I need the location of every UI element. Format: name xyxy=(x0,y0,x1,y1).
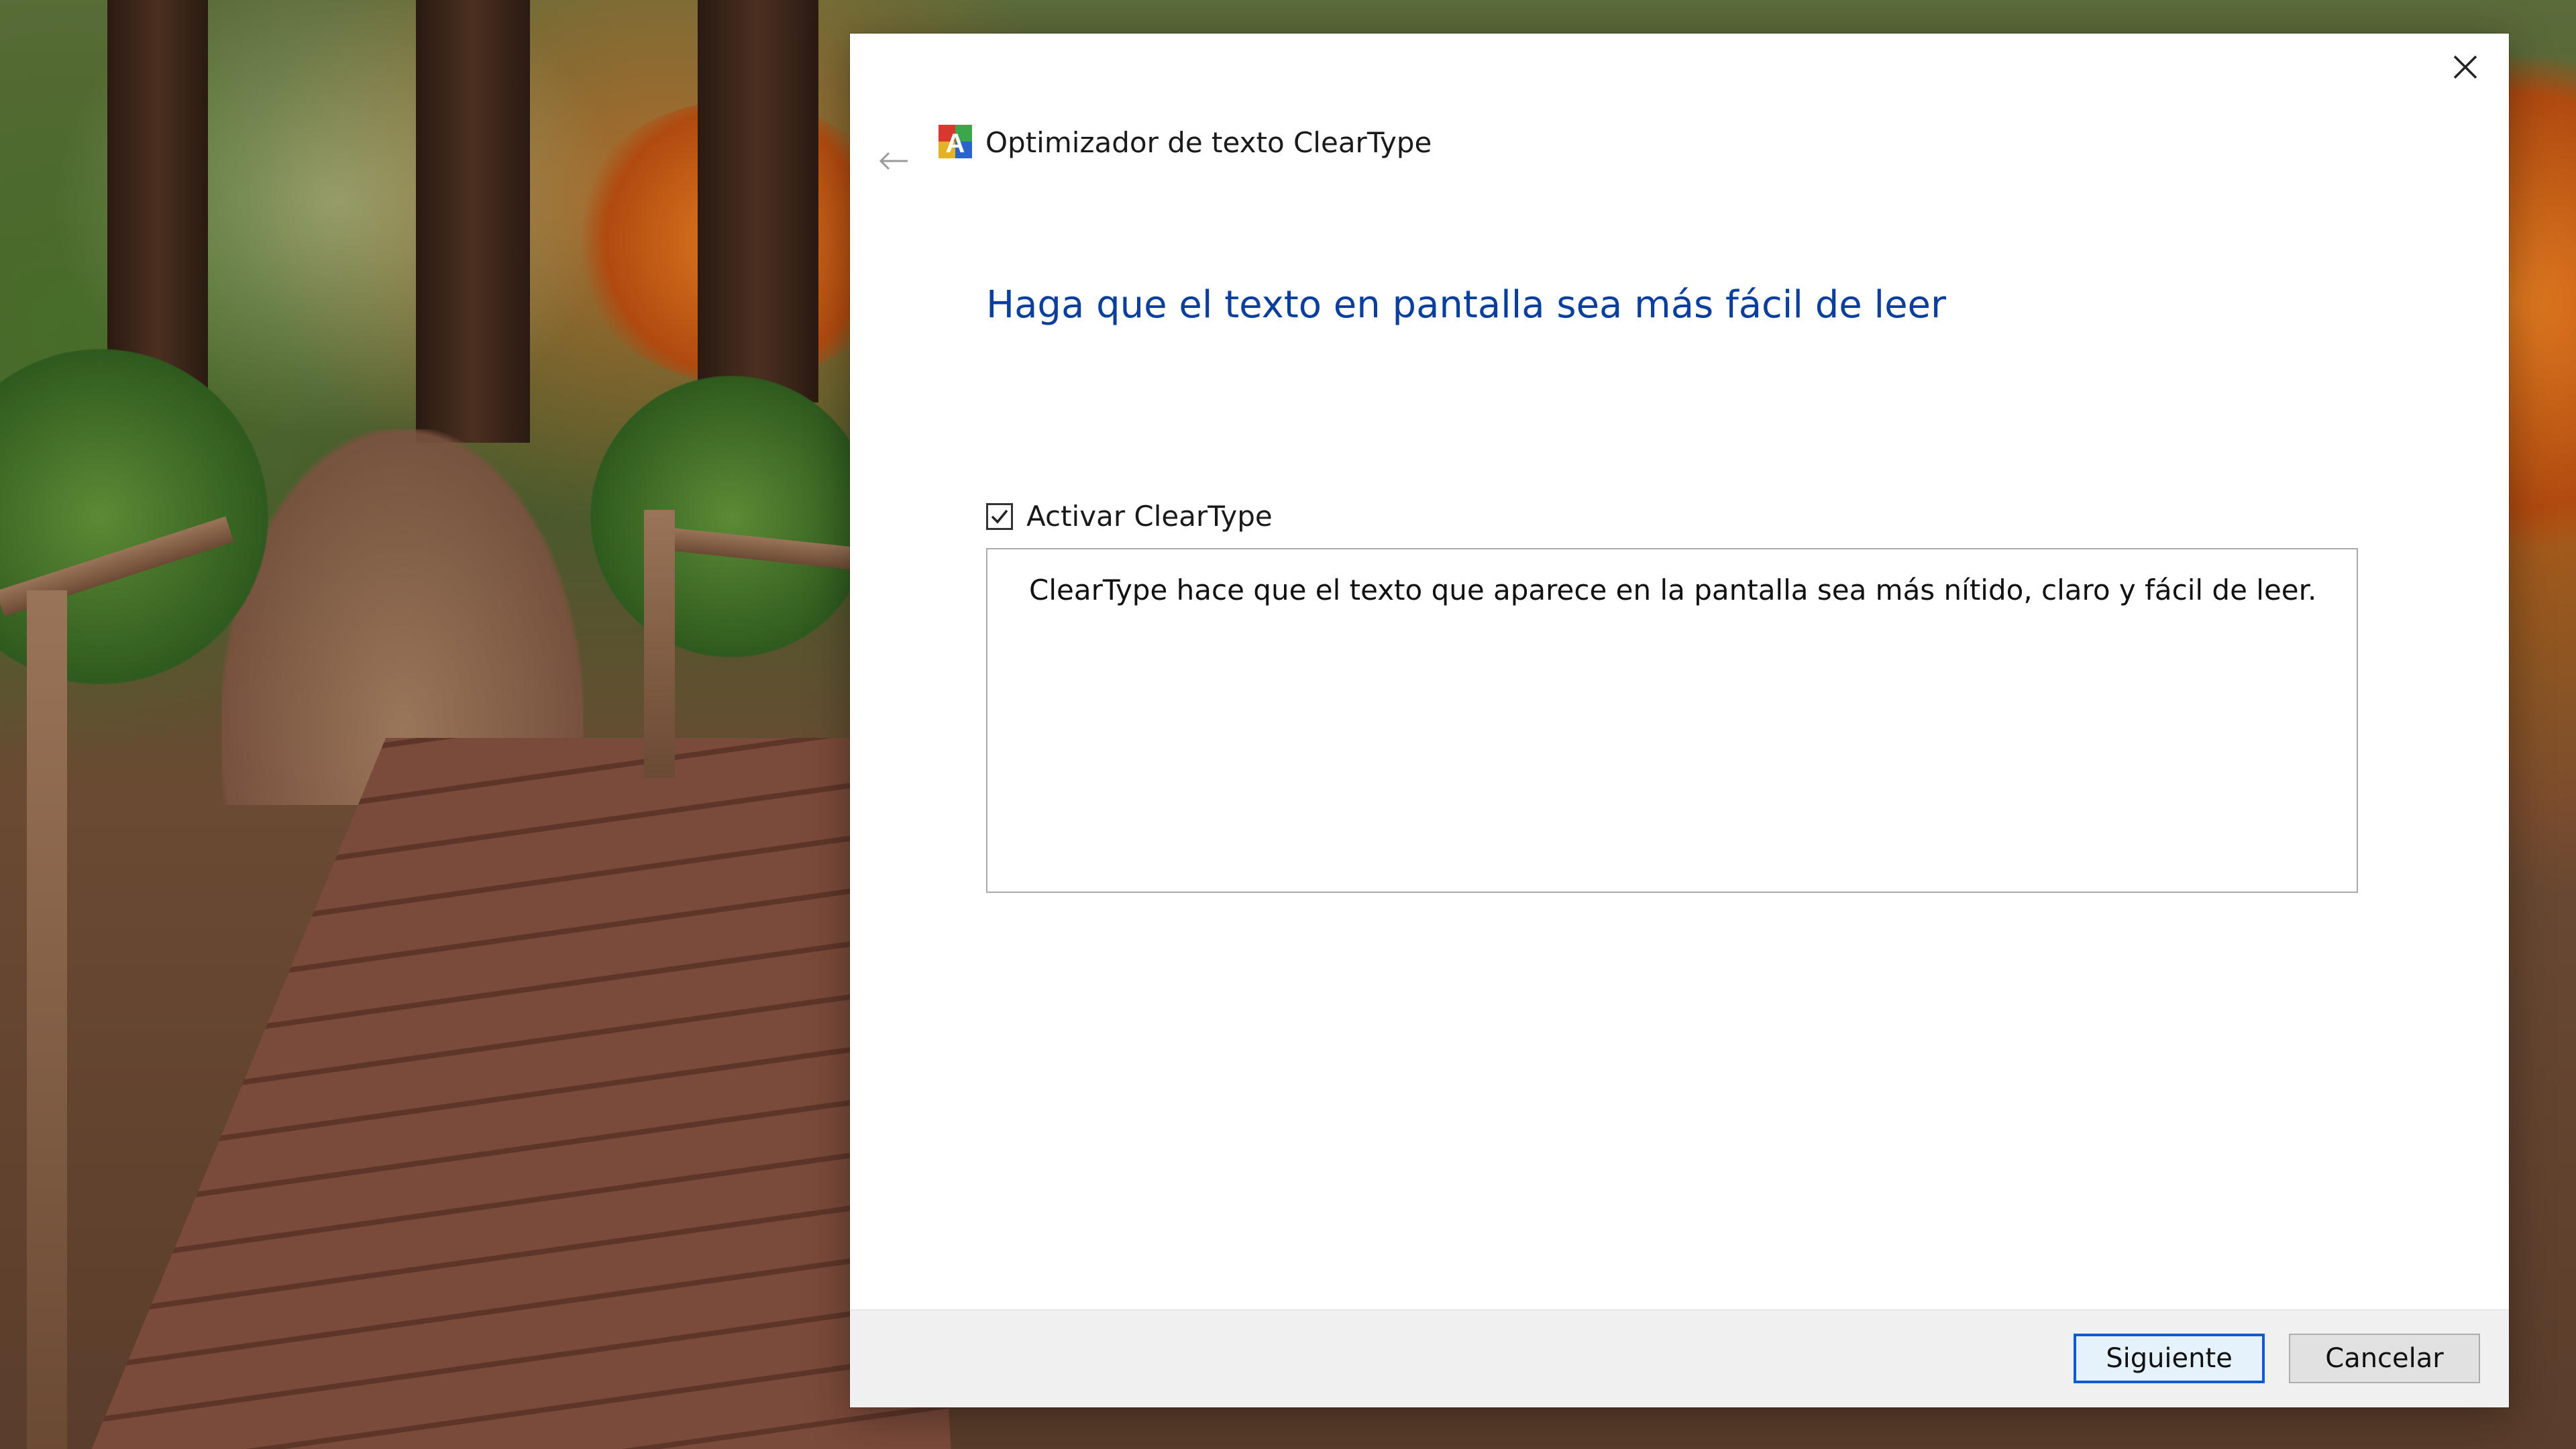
wallpaper-bush xyxy=(590,376,872,657)
wallpaper-bridge-post xyxy=(644,510,675,778)
page-heading: Haga que el texto en pantalla sea más fá… xyxy=(986,283,1947,327)
checkmark-icon xyxy=(991,509,1008,524)
window-title: Optimizador de texto ClearType xyxy=(985,126,1432,159)
wallpaper-tree-trunk xyxy=(416,0,530,443)
close-button[interactable] xyxy=(2422,34,2509,101)
wallpaper-bridge-post xyxy=(27,590,67,1449)
back-button[interactable] xyxy=(863,134,924,188)
activate-cleartype-checkbox[interactable]: Activar ClearType xyxy=(986,500,1273,533)
cleartype-icon: A xyxy=(937,123,973,160)
checkbox-label: Activar ClearType xyxy=(1026,500,1273,533)
description-text: ClearType hace que el texto que aparece … xyxy=(1029,574,2317,606)
svg-text:A: A xyxy=(946,129,965,158)
wallpaper-tree-trunk xyxy=(698,0,818,402)
checkbox-box[interactable] xyxy=(986,502,1013,530)
cleartype-dialog: A Optimizador de texto ClearType Haga qu… xyxy=(850,34,2509,1407)
close-icon xyxy=(2453,55,2477,79)
dialog-footer: Siguiente Cancelar xyxy=(850,1309,2509,1407)
back-arrow-icon xyxy=(879,152,908,170)
cancel-button[interactable]: Cancelar xyxy=(2289,1334,2480,1383)
next-button[interactable]: Siguiente xyxy=(2074,1334,2265,1383)
description-box: ClearType hace que el texto que aparece … xyxy=(986,548,2358,893)
